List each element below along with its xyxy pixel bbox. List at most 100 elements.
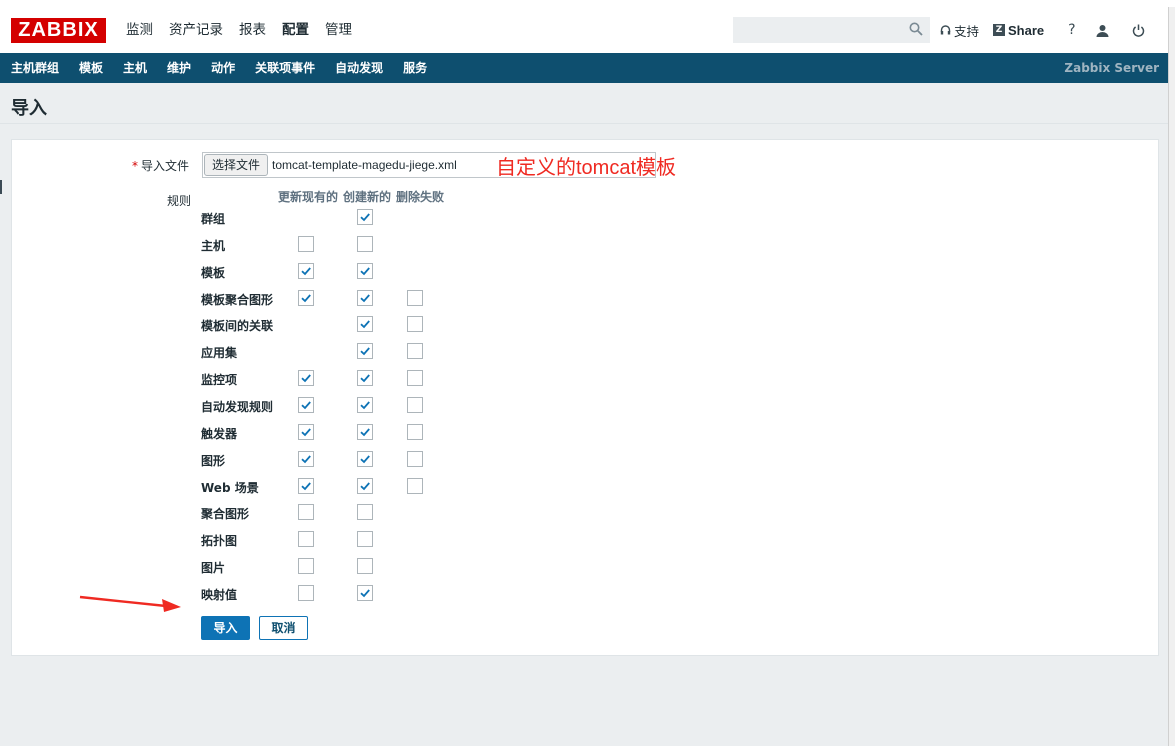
choose-file-button[interactable]: 选择文件 (204, 154, 268, 176)
rule-update-checkbox[interactable] (298, 262, 314, 279)
rule-label: 图片 (201, 561, 226, 576)
rule-create-checkbox[interactable] (357, 316, 373, 333)
signout-button[interactable] (1132, 7, 1148, 53)
server-name: Zabbix Server (1064, 61, 1159, 75)
main-nav-item[interactable]: 管理 (317, 7, 360, 53)
rule-create-checkbox[interactable] (357, 209, 373, 225)
sub-nav-items: 主机群组 模板 主机 维护 动作 关联项事件 自动发现 服务 (0, 53, 1168, 83)
annotation-text: 自定义的tomcat模板 (496, 157, 677, 179)
column-delete-missing: 删除失败 (396, 190, 445, 204)
title-divider (0, 123, 1168, 124)
rule-label: 自动发现规则 (201, 399, 274, 414)
profile-button[interactable] (1096, 7, 1112, 53)
rule-update-checkbox[interactable] (298, 504, 314, 521)
search-icon[interactable] (909, 22, 923, 36)
rule-label: 模板 (201, 265, 226, 280)
rule-delete-checkbox[interactable] (407, 396, 423, 413)
rule-label: 聚合图形 (201, 507, 250, 522)
rule-label: 模板聚合图形 (201, 292, 274, 307)
rule-update-checkbox[interactable] (298, 477, 314, 494)
share-z-icon: Z (993, 24, 1006, 36)
rule-update-checkbox[interactable] (298, 450, 314, 467)
sub-nav-item[interactable]: 主机 (113, 53, 157, 83)
column-create-new: 创建新的 (343, 190, 392, 204)
top-strip (0, 0, 1175, 7)
rule-label: 拓扑图 (201, 534, 238, 549)
rule-create-checkbox[interactable] (357, 450, 373, 467)
rule-delete-checkbox[interactable] (407, 423, 423, 440)
rule-create-checkbox[interactable] (357, 235, 373, 252)
cancel-button[interactable]: 取消 (259, 616, 308, 640)
header-tools: 支持 Z Share ? (940, 7, 1162, 53)
column-update-existing: 更新现有的 (278, 190, 339, 204)
rule-update-checkbox[interactable] (298, 370, 314, 387)
main-nav-item[interactable]: 监测 (118, 7, 161, 53)
rules-label: 规则 (167, 194, 192, 208)
sub-nav-item[interactable]: 模板 (69, 53, 113, 83)
rule-create-checkbox[interactable] (357, 423, 373, 440)
share-label: Share (1008, 22, 1045, 38)
sub-nav-item[interactable]: 动作 (201, 53, 245, 83)
support-label: 支持 (954, 23, 980, 39)
rule-update-checkbox[interactable] (298, 558, 314, 575)
help-button[interactable]: ? (1068, 7, 1075, 53)
rule-delete-checkbox[interactable] (407, 289, 423, 306)
sub-nav: 主机群组 模板 主机 维护 动作 关联项事件 自动发现 服务 Zabbix Server (0, 53, 1168, 83)
rule-label: 群组 (201, 212, 226, 226)
main-nav-item[interactable]: 资产记录 (161, 7, 231, 53)
rule-create-checkbox[interactable] (357, 289, 373, 306)
rule-create-checkbox[interactable] (357, 370, 373, 387)
rule-create-checkbox[interactable] (357, 343, 373, 360)
main-nav-item[interactable]: 配置 (274, 7, 317, 53)
rule-label: Web 场景 (201, 480, 259, 495)
share-link[interactable]: Z Share (993, 7, 1044, 53)
rule-create-checkbox[interactable] (357, 504, 373, 521)
rule-create-checkbox[interactable] (357, 584, 373, 601)
rule-label: 触发器 (201, 426, 238, 441)
rule-update-checkbox[interactable] (298, 423, 314, 440)
rule-label: 主机 (201, 238, 226, 253)
rule-update-checkbox[interactable] (298, 396, 314, 413)
rule-delete-checkbox[interactable] (407, 477, 423, 494)
rule-delete-checkbox[interactable] (407, 370, 423, 387)
rule-label: 图形 (201, 453, 226, 468)
main-nav: 监测 资产记录 报表 配置 管理 (118, 7, 360, 53)
power-icon (1132, 24, 1144, 37)
rule-update-checkbox[interactable] (298, 584, 314, 601)
rule-label: 应用集 (201, 346, 238, 361)
sub-nav-item[interactable]: 主机群组 (1, 53, 69, 83)
rule-update-checkbox[interactable] (298, 531, 314, 548)
rule-delete-checkbox[interactable] (407, 343, 423, 360)
rule-create-checkbox[interactable] (357, 531, 373, 548)
rule-label: 监控项 (201, 373, 238, 388)
file-name: tomcat-template-magedu-jiege.xml (272, 158, 457, 172)
sub-nav-item[interactable]: 维护 (157, 53, 201, 83)
rule-update-checkbox[interactable] (298, 289, 314, 306)
sub-nav-item[interactable]: 自动发现 (325, 53, 393, 83)
sub-nav-item[interactable]: 服务 (393, 53, 437, 83)
page-scrollbar[interactable] (1168, 7, 1175, 746)
header: ZABBIX 监测 资产记录 报表 配置 管理 支持 Z Share ? (0, 7, 1168, 53)
rule-update-checkbox[interactable] (298, 235, 314, 252)
rule-create-checkbox[interactable] (357, 396, 373, 413)
search-input[interactable] (733, 17, 930, 43)
left-edge-mark (0, 180, 2, 194)
support-link[interactable]: 支持 (940, 7, 979, 53)
main-nav-item[interactable]: 报表 (231, 7, 274, 53)
import-form: * 导入文件 选择文件 tomcat-template-magedu-jiege.… (11, 139, 1159, 656)
import-button[interactable]: 导入 (201, 616, 250, 640)
rule-create-checkbox[interactable] (357, 558, 373, 575)
file-label-text: 导入文件 (141, 159, 190, 173)
red-arrow-annotation (79, 595, 181, 612)
rule-delete-checkbox[interactable] (407, 316, 423, 333)
zabbix-logo[interactable]: ZABBIX (11, 18, 106, 43)
sub-nav-item[interactable]: 关联项事件 (245, 53, 325, 83)
rule-create-checkbox[interactable] (357, 477, 373, 494)
rule-label: 模板间的关联 (201, 319, 274, 334)
rule-delete-checkbox[interactable] (407, 450, 423, 467)
page-title: 导入 (11, 98, 47, 119)
help-icon: ? (1068, 22, 1076, 38)
rule-create-checkbox[interactable] (357, 262, 373, 279)
required-mark: * (132, 159, 138, 173)
headset-icon (940, 24, 951, 34)
